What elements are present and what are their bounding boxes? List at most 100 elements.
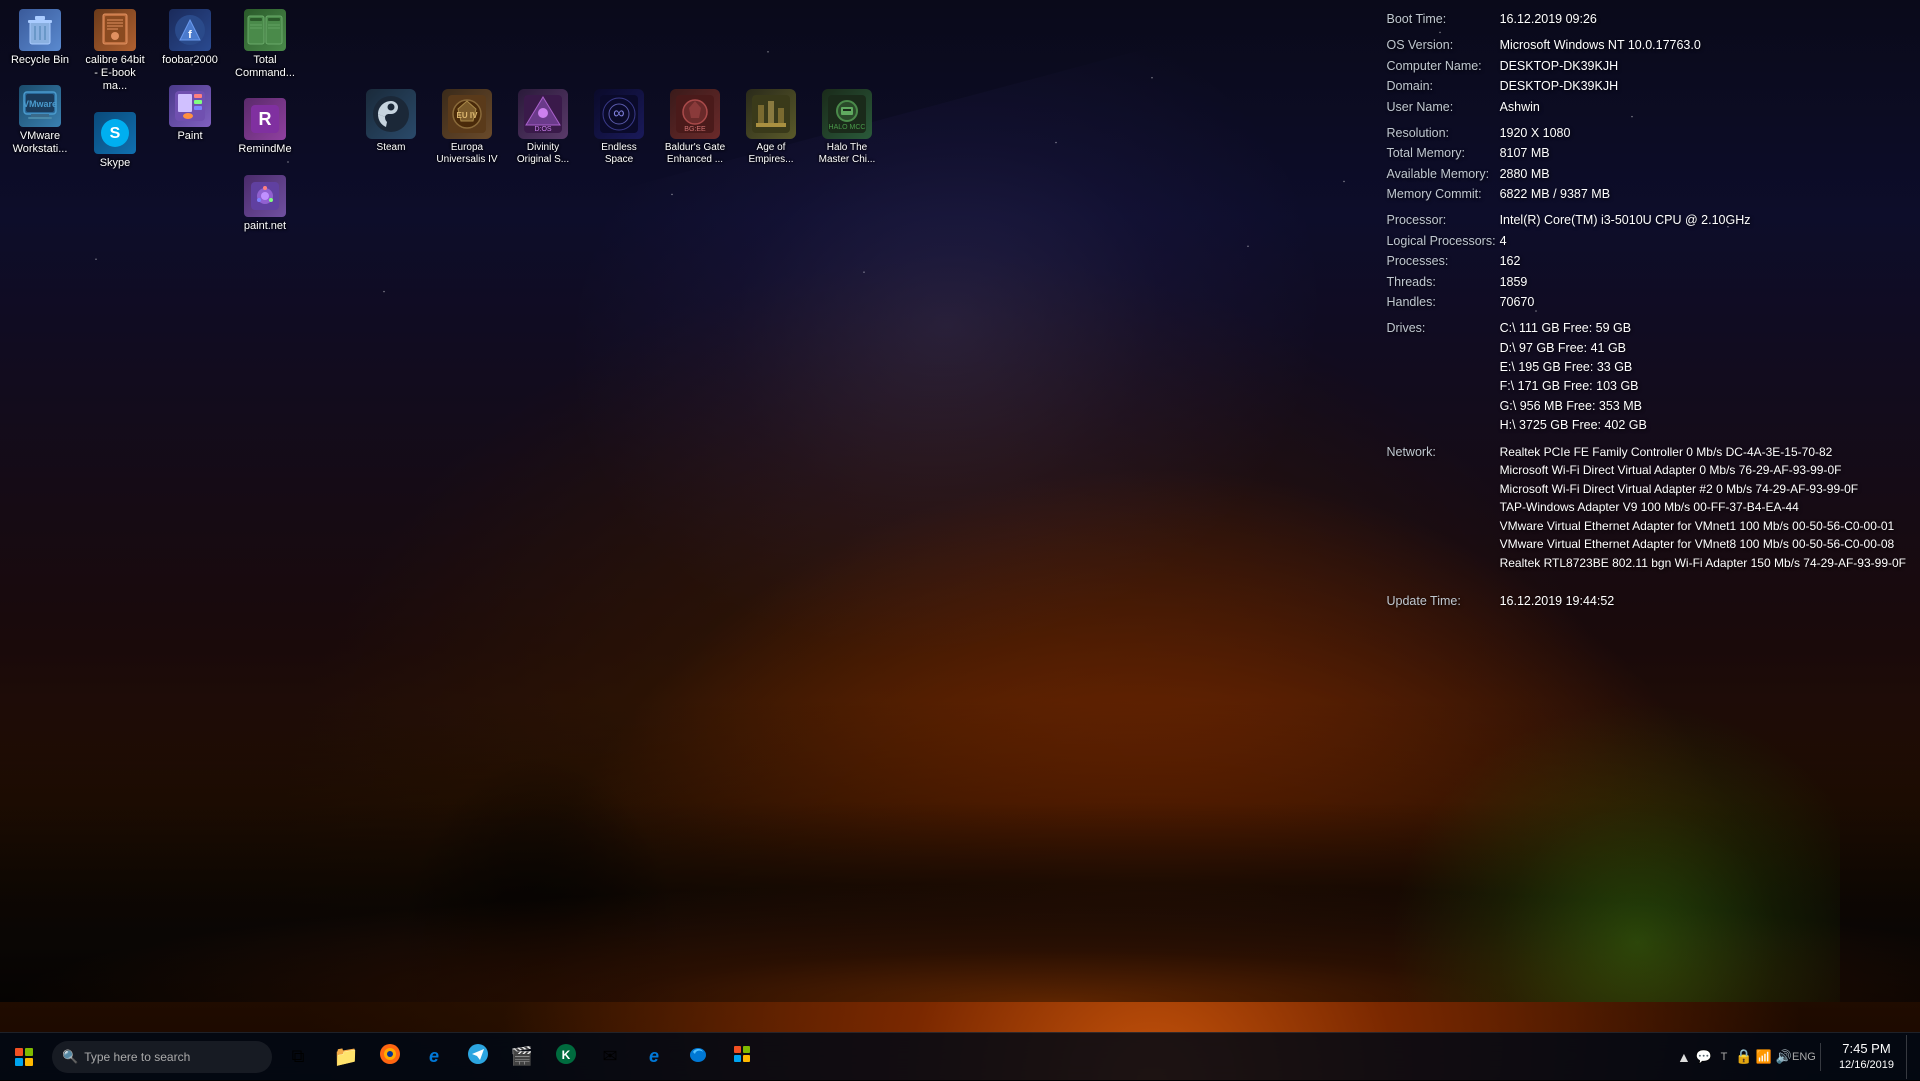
tray-lock-button[interactable]: 🔒: [1734, 1047, 1754, 1067]
total-memory-value: 8107 MB: [1500, 144, 1910, 164]
svg-text:D:OS: D:OS: [534, 126, 551, 133]
steam-label: Steam: [377, 142, 406, 154]
desktop-icon-remindme[interactable]: R RemindMe: [230, 94, 300, 160]
taskbar-kaspersky-button[interactable]: K: [544, 1035, 588, 1079]
search-bar[interactable]: 🔍 Type here to search: [52, 1041, 272, 1073]
media-icon: 🎬: [511, 1046, 533, 1067]
tray-volume-button[interactable]: 🔊: [1774, 1047, 1794, 1067]
edge-icon: e: [649, 1046, 659, 1067]
search-placeholder: Type here to search: [84, 1050, 190, 1064]
task-view-button[interactable]: ⧉: [276, 1035, 320, 1079]
tray-network-button[interactable]: 📶: [1754, 1047, 1774, 1067]
game-icon-halo[interactable]: HALO MCC Halo The Master Chi...: [811, 85, 883, 170]
volume-icon: 🔊: [1776, 1049, 1792, 1065]
desktop-icon-foobar[interactable]: f foobar2000: [155, 5, 225, 71]
vmware-icon: VMware: [19, 85, 61, 127]
game-icon-age[interactable]: Age of Empires...: [735, 85, 807, 170]
taskbar-tray: ▲ 💬 T 🔒 📶 🔊 ENG 7:45 PM 12/16/2019: [1674, 1033, 1920, 1081]
skype-label: Skype: [100, 157, 131, 170]
game-icon-endless[interactable]: ∞ Endless Space: [583, 85, 655, 170]
os-version-label: OS Version:: [1386, 36, 1499, 56]
search-icon: 🔍: [62, 1049, 78, 1065]
tray-expand-button[interactable]: ▲: [1674, 1047, 1694, 1067]
desktop-icon-totalcmd[interactable]: Total Command...: [230, 5, 300, 84]
desktop-icon-skype[interactable]: S Skype: [80, 108, 150, 174]
paint-label: Paint: [177, 130, 202, 143]
processes-label: Processes:: [1386, 252, 1499, 272]
input-icon: ENG: [1792, 1051, 1816, 1063]
taskbar-ie-button[interactable]: e: [412, 1035, 456, 1079]
taskbar-store-button[interactable]: [720, 1035, 764, 1079]
boot-time-label: Boot Time:: [1386, 10, 1499, 30]
desktop-icon-vmware[interactable]: VMware VMware Workstati...: [5, 81, 75, 160]
foobar-label: foobar2000: [162, 54, 218, 67]
taskbar-firefox-button[interactable]: [368, 1035, 412, 1079]
logical-processors-label: Logical Processors:: [1386, 232, 1499, 252]
taskbar-explorer-button[interactable]: 📁: [324, 1035, 368, 1079]
halo-icon: HALO MCC: [822, 89, 872, 139]
tray-input-button[interactable]: ENG: [1794, 1047, 1814, 1067]
lock-icon: 🔒: [1735, 1048, 1752, 1065]
ie-icon: e: [429, 1046, 439, 1067]
skype-icon: S: [94, 112, 136, 154]
game-icon-europa[interactable]: EU IV Europa Universalis IV: [431, 85, 503, 170]
firefox-icon: [379, 1043, 401, 1071]
threads-label: Threads:: [1386, 273, 1499, 293]
update-time-label: Update Time:: [1386, 592, 1499, 612]
endless-icon: ∞: [594, 89, 644, 139]
totalcmd-icon: [244, 9, 286, 51]
network-icon: 📶: [1756, 1049, 1772, 1065]
svg-text:VMware: VMware: [23, 99, 57, 109]
new-edge-icon: [687, 1043, 709, 1071]
network-value: Realtek PCIe FE Family Controller 0 Mb/s…: [1500, 443, 1910, 574]
logical-processors-value: 4: [1500, 232, 1910, 252]
taskbar-media-button[interactable]: 🎬: [500, 1035, 544, 1079]
desktop-icon-recycle-bin[interactable]: Recycle Bin: [5, 5, 75, 71]
user-name-value: Ashwin: [1500, 98, 1910, 118]
processes-value: 162: [1500, 252, 1910, 272]
explorer-icon: 📁: [334, 1044, 359, 1069]
game-icons-row: Steam EU IV Europa Universalis IV D:OS D…: [355, 85, 887, 170]
chevron-up-icon: ▲: [1677, 1049, 1691, 1065]
taskbar-mail-button[interactable]: ✉: [588, 1035, 632, 1079]
desktop-icon-calibre[interactable]: calibre 64bit - E-book ma...: [80, 5, 150, 98]
svg-text:K: K: [562, 1048, 571, 1062]
computer-name-label: Computer Name:: [1386, 57, 1499, 77]
windows-logo-icon: [15, 1048, 33, 1066]
game-icon-steam[interactable]: Steam: [355, 85, 427, 170]
ime-icon: T: [1721, 1051, 1728, 1063]
taskbar-new-edge-button[interactable]: [676, 1035, 720, 1079]
handles-label: Handles:: [1386, 293, 1499, 313]
start-button[interactable]: [0, 1033, 48, 1081]
chat-icon: 💬: [1696, 1049, 1712, 1065]
clock-time: 7:45 PM: [1842, 1040, 1890, 1058]
domain-value: DESKTOP-DK39KJH: [1500, 77, 1910, 97]
tray-ime-button[interactable]: T: [1714, 1047, 1734, 1067]
endless-label: Endless Space: [587, 142, 651, 166]
computer-name-value: DESKTOP-DK39KJH: [1500, 57, 1910, 77]
network-label: Network:: [1386, 443, 1499, 574]
age-label: Age of Empires...: [739, 142, 803, 166]
tray-chat-button[interactable]: 💬: [1694, 1047, 1714, 1067]
processor-label: Processor:: [1386, 211, 1499, 231]
game-icon-baldurs[interactable]: BG:EE Baldur's Gate Enhanced ...: [659, 85, 731, 170]
telegram-icon: [467, 1043, 489, 1071]
desktop-icon-paintnet[interactable]: paint.net: [230, 171, 300, 237]
vmware-label: VMware Workstati...: [9, 130, 71, 156]
tray-divider: [1820, 1043, 1821, 1071]
taskbar: 🔍 Type here to search ⧉ 📁 e: [0, 1032, 1920, 1080]
domain-label: Domain:: [1386, 77, 1499, 97]
user-name-label: User Name:: [1386, 98, 1499, 118]
desktop-icon-paint[interactable]: Paint: [155, 81, 225, 147]
taskbar-pinned-icons: 📁 e 🎬: [320, 1033, 768, 1081]
memory-commit-value: 6822 MB / 9387 MB: [1500, 185, 1910, 205]
boot-time-value: 16.12.2019 09:26: [1500, 10, 1910, 30]
calibre-label: calibre 64bit - E-book ma...: [84, 54, 146, 94]
game-icon-divinity[interactable]: D:OS Divinity Original S...: [507, 85, 579, 170]
taskbar-edge-button[interactable]: e: [632, 1035, 676, 1079]
remindme-icon: R: [244, 98, 286, 140]
show-desktop-button[interactable]: [1906, 1035, 1912, 1079]
foobar-icon: f: [169, 9, 211, 51]
taskbar-clock[interactable]: 7:45 PM 12/16/2019: [1827, 1040, 1906, 1074]
taskbar-telegram-button[interactable]: [456, 1035, 500, 1079]
